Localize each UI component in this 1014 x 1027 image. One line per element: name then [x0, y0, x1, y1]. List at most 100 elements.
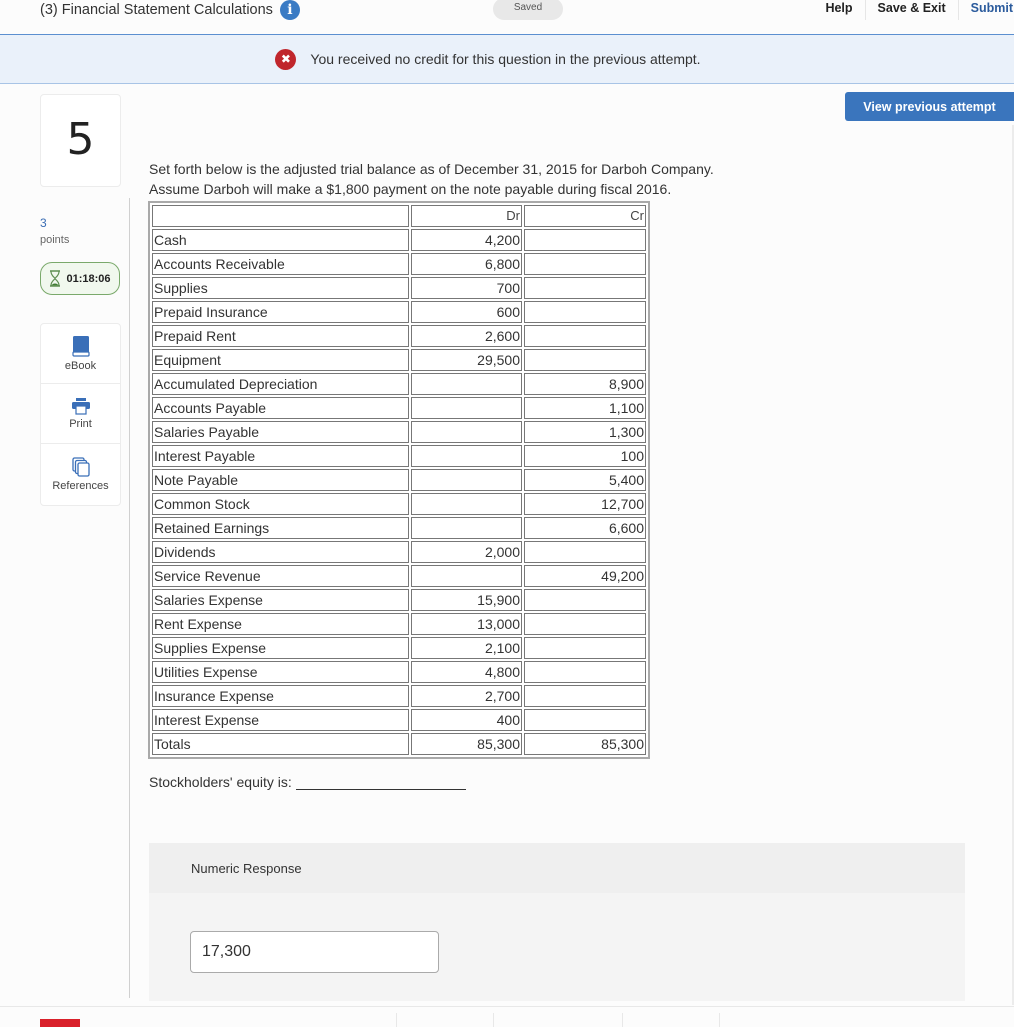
account-cell: Utilities Expense	[152, 661, 409, 683]
print-tool[interactable]: Print	[41, 384, 120, 444]
debit-cell	[411, 445, 522, 467]
account-cell: Interest Expense	[152, 709, 409, 731]
table-header-row: Dr Cr	[152, 205, 646, 227]
header-dr: Dr	[411, 205, 522, 227]
debit-cell: 29,500	[411, 349, 522, 371]
ebook-tool[interactable]: eBook	[41, 324, 120, 384]
table-row: Interest Expense 400	[152, 709, 646, 731]
credit-cell: 8,900	[524, 373, 646, 395]
submit-button[interactable]: Submit	[957, 0, 1014, 20]
account-cell: Note Payable	[152, 469, 409, 491]
account-cell: Equipment	[152, 349, 409, 371]
tools-panel: eBook Print References	[40, 323, 121, 506]
credit-cell: 100	[524, 445, 646, 467]
equity-question: Stockholders' equity is:	[149, 774, 466, 790]
account-cell: Accumulated Depreciation	[152, 373, 409, 395]
account-cell: Accounts Receivable	[152, 253, 409, 275]
credit-cell: 5,400	[524, 469, 646, 491]
account-cell: Totals	[152, 733, 409, 755]
account-cell: Retained Earnings	[152, 517, 409, 539]
error-x-icon: ✖	[275, 48, 297, 70]
table-row: Accounts Payable 1,100	[152, 397, 646, 419]
credit-cell: 12,700	[524, 493, 646, 515]
help-button[interactable]: Help	[813, 0, 864, 20]
previous-attempt-banner: ✖ You received no credit for this questi…	[0, 34, 1014, 84]
footer-divider	[396, 1013, 397, 1027]
table-row: Service Revenue 49,200	[152, 565, 646, 587]
table-row: Salaries Expense 15,900	[152, 589, 646, 611]
table-body: Cash 4,200 Accounts Receivable 6,800 Supplie…	[152, 229, 646, 755]
points-value: 3	[40, 216, 47, 230]
debit-cell: 400	[411, 709, 522, 731]
hourglass-icon	[50, 270, 61, 287]
account-cell: Supplies Expense	[152, 637, 409, 659]
book-icon	[71, 336, 90, 357]
table-row: Prepaid Insurance 600	[152, 301, 646, 323]
table-row: Rent Expense 13,000	[152, 613, 646, 635]
debit-cell	[411, 493, 522, 515]
table-row: Insurance Expense 2,700	[152, 685, 646, 707]
copy-documents-icon	[71, 456, 90, 477]
debit-cell	[411, 397, 522, 419]
debit-cell: 4,200	[411, 229, 522, 251]
header-account	[152, 205, 409, 227]
ebook-label: eBook	[64, 360, 97, 372]
numeric-response-input[interactable]	[190, 931, 439, 973]
account-cell: Supplies	[152, 277, 409, 299]
table-row: Dividends 2,000	[152, 541, 646, 563]
credit-cell	[524, 349, 646, 371]
footer-divider	[719, 1013, 720, 1027]
footer-divider	[493, 1013, 494, 1027]
debit-cell: 6,800	[411, 253, 522, 275]
table-row: Interest Payable 100	[152, 445, 646, 467]
equity-prompt: Stockholders' equity is:	[149, 774, 292, 790]
account-cell: Prepaid Insurance	[152, 301, 409, 323]
table-row: Totals 85,300 85,300	[152, 733, 646, 755]
account-cell: Interest Payable	[152, 445, 409, 467]
view-previous-attempt-button[interactable]: View previous attempt	[845, 92, 1014, 121]
account-cell: Prepaid Rent	[152, 325, 409, 347]
account-cell: Salaries Payable	[152, 421, 409, 443]
references-label: References	[52, 479, 109, 492]
response-header: Numeric Response	[149, 843, 965, 893]
debit-cell	[411, 517, 522, 539]
info-icon[interactable]: i	[279, 0, 300, 20]
debit-cell	[411, 373, 522, 395]
timer-value: 01:18:06	[66, 272, 111, 285]
assignment-title-wrap: (3) Financial Statement Calculations i	[40, 0, 300, 20]
response-label: Numeric Response	[191, 860, 302, 876]
timer-badge[interactable]: 01:18:06	[40, 262, 120, 295]
question-number: 5	[40, 94, 121, 187]
prompt-line-2: Assume Darboh will make a $1,800 payment…	[149, 181, 672, 197]
table-row: Salaries Payable 1,300	[152, 421, 646, 443]
debit-cell	[411, 421, 522, 443]
save-status-badge: Saved	[493, 0, 563, 20]
table-row: Accumulated Depreciation 8,900	[152, 373, 646, 395]
credit-cell: 85,300	[524, 733, 646, 755]
assignment-title: (3) Financial Statement Calculations	[40, 2, 273, 18]
credit-cell: 49,200	[524, 565, 646, 587]
answer-blank	[295, 776, 466, 790]
debit-cell: 2,700	[411, 685, 522, 707]
credit-cell	[524, 637, 646, 659]
debit-cell	[411, 469, 522, 491]
footer-divider	[622, 1013, 623, 1027]
table-row: Cash 4,200	[152, 229, 646, 251]
numeric-response-panel: Numeric Response	[149, 843, 965, 1001]
table-row: Note Payable 5,400	[152, 469, 646, 491]
header-cr: Cr	[524, 205, 646, 227]
banner-message: You received no credit for this question…	[310, 51, 701, 67]
credit-cell: 1,300	[524, 421, 646, 443]
account-cell: Dividends	[152, 541, 409, 563]
debit-cell: 15,900	[411, 589, 522, 611]
credit-cell	[524, 685, 646, 707]
account-cell: Salaries Expense	[152, 589, 409, 611]
references-tool[interactable]: References	[41, 444, 120, 504]
top-bar: (3) Financial Statement Calculations i S…	[0, 0, 1014, 34]
footer	[0, 1006, 1014, 1027]
credit-cell: 1,100	[524, 397, 646, 419]
debit-cell: 600	[411, 301, 522, 323]
save-exit-button[interactable]: Save & Exit	[864, 0, 958, 20]
account-cell: Cash	[152, 229, 409, 251]
credit-cell	[524, 253, 646, 275]
